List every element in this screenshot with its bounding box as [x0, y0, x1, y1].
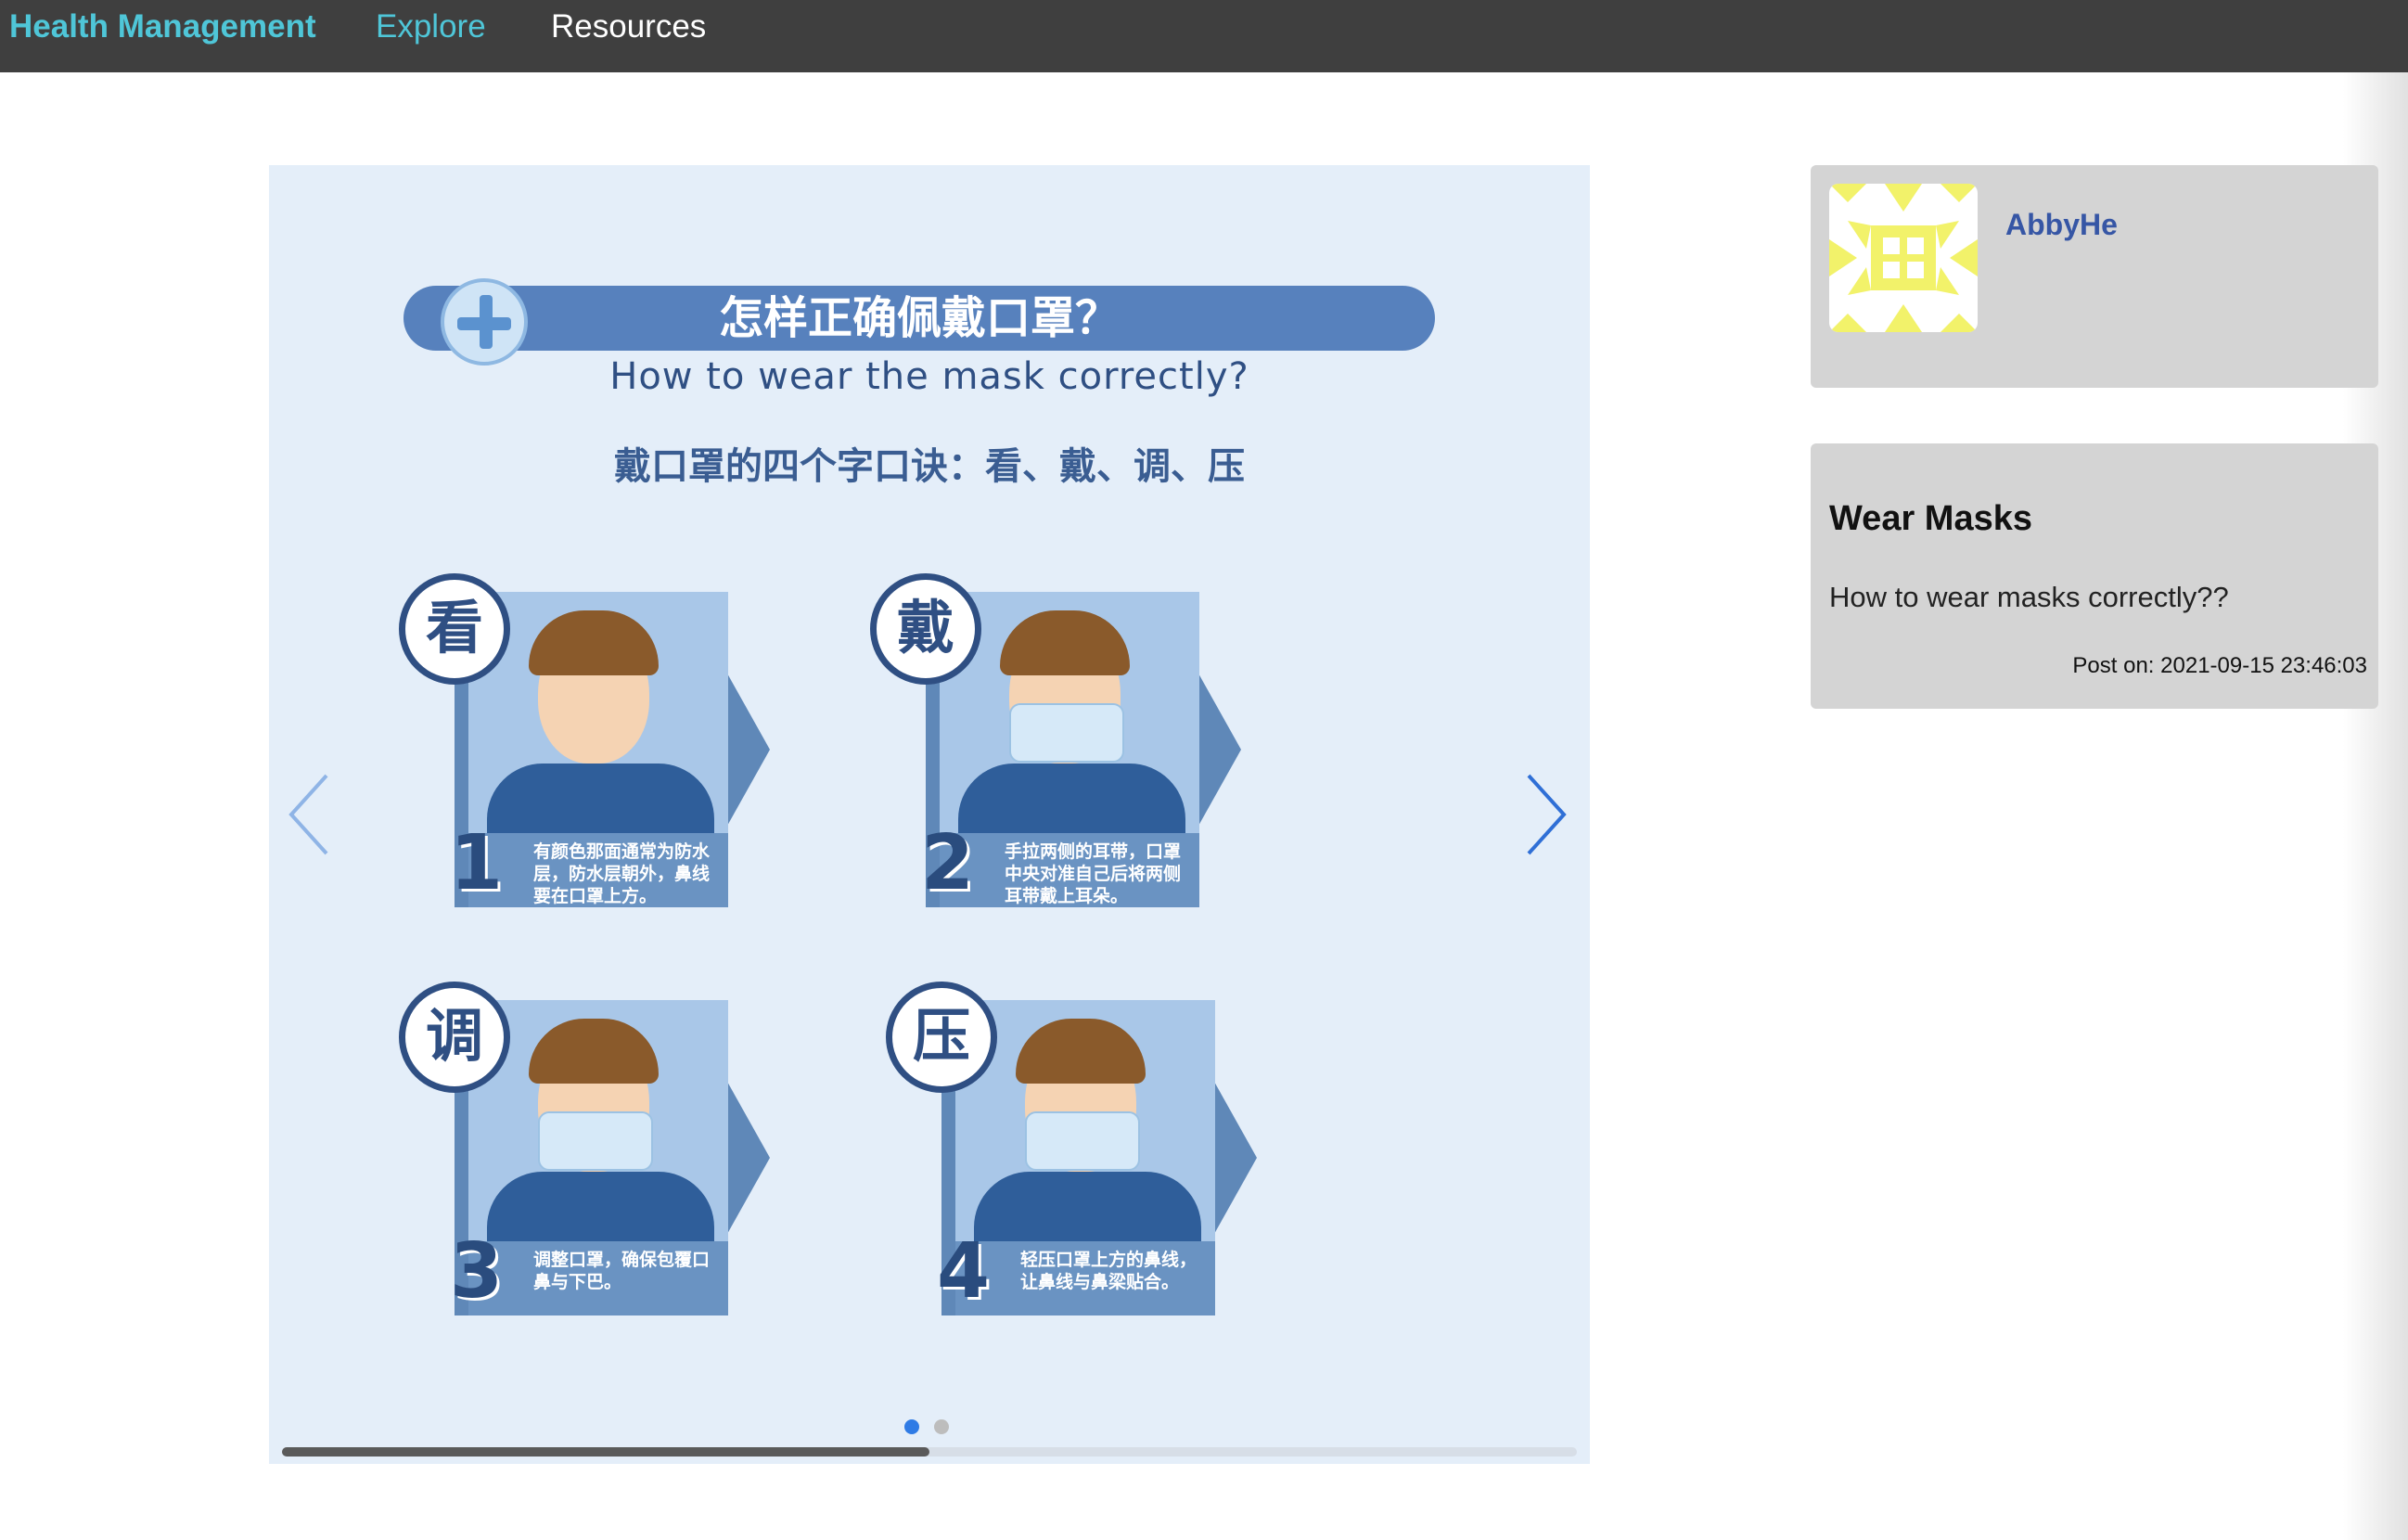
- medical-cross-icon: [441, 278, 528, 366]
- carousel-slide[interactable]: 怎样正确佩戴口罩？ How to wear the mask correctly…: [269, 165, 1590, 1464]
- chevron-right-icon: [1527, 774, 1567, 855]
- brand-link[interactable]: Health Management: [9, 4, 316, 50]
- author-card: AbbyHe: [1811, 165, 2378, 388]
- step-number: 4: [937, 1227, 991, 1315]
- post-title: Wear Masks: [1829, 499, 2032, 538]
- carousel-dot[interactable]: [934, 1419, 949, 1434]
- step-badge: 调: [399, 982, 510, 1093]
- step-caption: 手拉两侧的耳带，口罩中央对准自己后将两侧耳带戴上耳朵。: [940, 833, 1199, 907]
- step-press: 轻压口罩上方的鼻线，让鼻线与鼻梁贴合。 4 压: [886, 982, 1257, 1334]
- person-shirt: [974, 1172, 1201, 1241]
- identicon-avatar[interactable]: [1829, 184, 1978, 332]
- step-wear: 手拉两侧的耳带，口罩中央对准自己后将两侧耳带戴上耳朵。 2 戴: [870, 573, 1241, 926]
- carousel-dot[interactable]: [904, 1419, 919, 1434]
- step-look: 有颜色那面通常为防水层，防水层朝外，鼻线要在口罩上方。 1 看: [399, 573, 770, 926]
- post-card[interactable]: Wear Masks How to wear masks correctly??…: [1811, 443, 2378, 709]
- person-shirt: [487, 764, 714, 833]
- face-mask: [1009, 703, 1124, 763]
- nav-explore-link[interactable]: Explore: [376, 4, 486, 50]
- step-badge: 看: [399, 573, 510, 685]
- carousel-next-button[interactable]: [1523, 768, 1569, 861]
- person-shirt: [487, 1172, 714, 1241]
- nav-resources-link[interactable]: Resources: [551, 4, 706, 50]
- slide-title-text: 怎样正确佩戴口罩？: [718, 292, 1120, 344]
- image-carousel[interactable]: 怎样正确佩戴口罩？ How to wear the mask correctly…: [269, 165, 1590, 1464]
- step-caption: 调整口罩，确保包覆口鼻与下巴。: [468, 1241, 728, 1315]
- post-timestamp: Post on: 2021-09-15 23:46:03: [2072, 653, 2367, 678]
- step-badge: 戴: [870, 573, 981, 685]
- face-mask: [538, 1111, 653, 1171]
- post-body: How to wear masks correctly??: [1829, 581, 2229, 613]
- author-name-link[interactable]: AbbyHe: [2005, 208, 2118, 242]
- carousel-prev-button[interactable]: [286, 768, 332, 861]
- step-number: 3: [450, 1227, 504, 1315]
- chevron-left-icon: [288, 774, 328, 855]
- top-navbar: Health Management Explore Resources: [0, 0, 2408, 72]
- step-caption: 有颜色那面通常为防水层，防水层朝外，鼻线要在口罩上方。: [468, 833, 728, 907]
- step-number: 2: [921, 819, 975, 907]
- face-mask: [1025, 1111, 1140, 1171]
- step-number: 1: [450, 819, 504, 907]
- avatar-identicon-icon: [1829, 184, 1978, 332]
- step-badge: 压: [886, 982, 997, 1093]
- slide-subtitle: How to wear the mask correctly?: [609, 355, 1249, 398]
- person-shirt: [958, 764, 1185, 833]
- step-caption: 轻压口罩上方的鼻线，让鼻线与鼻梁贴合。: [955, 1241, 1215, 1315]
- carousel-pagination: [904, 1419, 964, 1438]
- slide-rule-text: 戴口罩的四个字口诀：看、戴、调、压: [614, 445, 1245, 488]
- scrollbar-thumb[interactable]: [282, 1447, 929, 1457]
- step-adjust: 调整口罩，确保包覆口鼻与下巴。 3 调: [399, 982, 770, 1334]
- carousel-scrollbar[interactable]: [282, 1447, 1577, 1457]
- slide-title-bar: 怎样正确佩戴口罩？: [403, 286, 1435, 351]
